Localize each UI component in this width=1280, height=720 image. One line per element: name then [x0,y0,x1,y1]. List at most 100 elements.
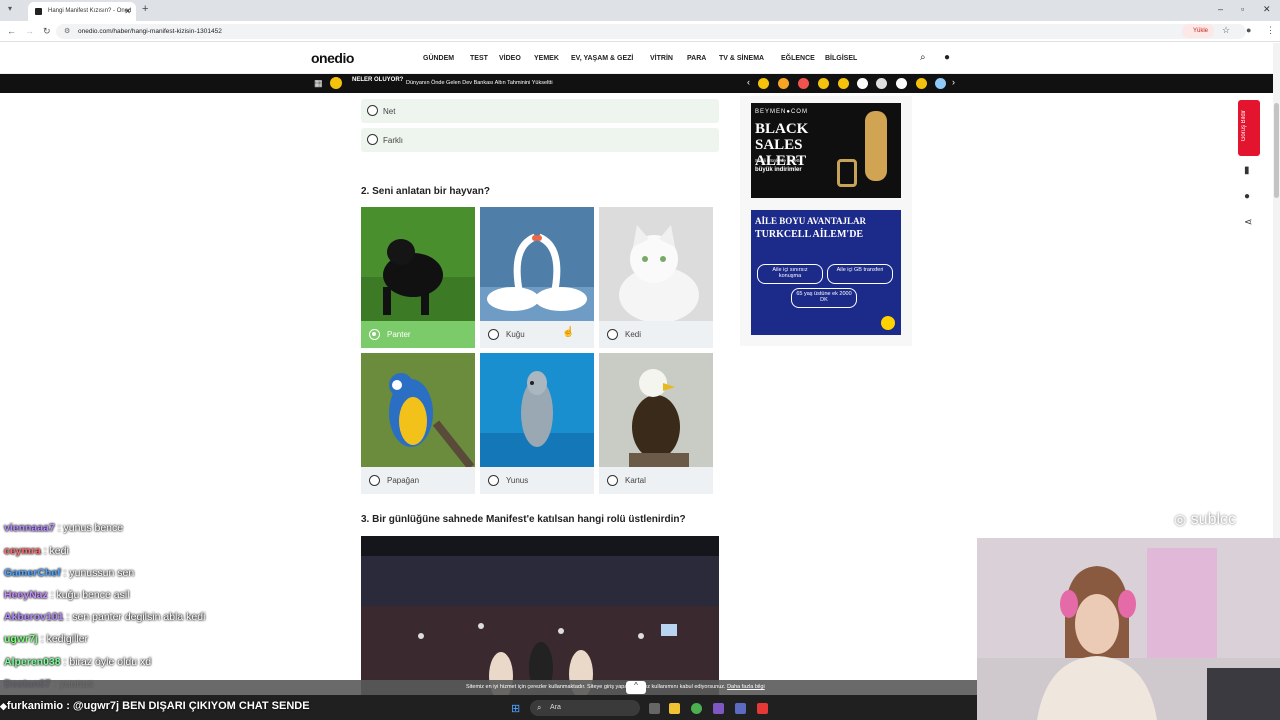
menu-icon[interactable]: ⋮ [1266,25,1275,36]
feedback-label: Görüş Bildir [1241,110,1247,142]
forward-icon[interactable]: → [25,26,34,36]
reaction-emoji-icon[interactable] [916,78,927,89]
ad-sub1: Seçili ürünlerde sepette [755,158,803,163]
menu-eglence[interactable]: EĞLENCE [781,55,815,62]
file-explorer-icon[interactable] [669,703,680,714]
menu-video[interactable]: VİDEO [499,55,521,62]
option-label: Panter [387,330,411,339]
new-tab-icon[interactable]: + [142,3,148,15]
scrollbar-thumb[interactable] [1274,103,1279,198]
answer-card-panter[interactable]: Panter [361,207,475,348]
task-view-icon[interactable] [649,703,660,714]
site-favicon-icon [35,8,42,15]
close-tab-icon[interactable]: ✕ [124,7,131,16]
answer-card-papagan[interactable]: Papağan [361,353,475,494]
reaction-emoji-icon[interactable] [935,78,946,89]
chrome-icon[interactable] [691,703,702,714]
panther-image [361,207,475,321]
question-3-title: 3. Bir günlüğüne sahnede Manifest'e katı… [361,514,686,525]
user-icon[interactable]: ● [944,52,950,63]
news-ticker: ▦ NELER OLUYOR? Dünyanın Önde Gelen Dev … [0,74,1280,93]
address-bar[interactable]: ⚙ onedio.com/haber/hangi-manifest-kizisi… [56,24,1246,39]
radio-icon[interactable] [367,105,378,116]
menu-yemek[interactable]: YEMEK [534,55,559,62]
dolphin-image [480,353,594,467]
menu-vitrin[interactable]: VİTRİN [650,55,673,62]
beymen-ad[interactable]: BEYMEN●COM BLACK SALES ALERT Seçili ürün… [751,103,901,198]
cookie-more-link[interactable]: Daha fazla bilgi [727,684,765,690]
browser-tab[interactable]: Hangi Manifest Kızısın? - Oned ✕ [28,2,136,21]
reaction-emoji-icon[interactable] [758,78,769,89]
option-label: Kuğu [506,330,525,339]
radio-icon[interactable] [369,475,380,486]
radio-icon[interactable] [367,134,378,145]
reaction-emoji-icon[interactable] [876,78,887,89]
reaction-emoji-icon[interactable] [778,78,789,89]
bookmark-icon[interactable]: ▮ [1244,165,1250,176]
answer-card-kugu[interactable]: Kuğu ☝ [480,207,594,348]
option-label: Kedi [625,330,642,339]
app-icon[interactable] [735,703,746,714]
reaction-emoji-icon[interactable] [818,78,829,89]
reaction-emoji-icon[interactable] [857,78,868,89]
menu-gundem[interactable]: GÜNDEM [423,55,454,62]
answer-card-kartal[interactable]: Kartal [599,353,713,494]
upload-button[interactable]: Yükle [1182,24,1214,38]
radio-icon[interactable] [488,329,499,340]
ticker-news[interactable]: Dünyanın Önde Gelen Dev Bankası Altın Ta… [406,80,553,86]
tab-search-icon[interactable]: ▾ [8,4,12,13]
option-label: Net [383,107,396,116]
maximize-icon[interactable]: ▫ [1241,4,1244,14]
chat-message: HeeyNaz : kuğu bence asil [4,589,130,601]
search-icon[interactable]: ⌕ [920,52,926,63]
chevron-up-icon[interactable]: ^ [626,681,646,694]
radio-icon[interactable] [488,475,499,486]
grid-menu-icon[interactable]: ▦ [314,78,323,89]
menu-tv-sinema[interactable]: TV & SİNEMA [719,55,764,62]
back-icon[interactable]: ← [7,26,16,36]
chat-text: : kuğu bence asil [47,589,130,601]
watch-icon [837,159,857,187]
chevron-right-icon[interactable]: › [952,77,955,87]
comment-icon[interactable]: ● [1244,191,1250,202]
swan-image [480,207,594,321]
feedback-button[interactable]: Görüş Bildir [1238,100,1260,156]
radio-selected-icon[interactable] [369,329,380,340]
menu-para[interactable]: PARA [687,55,706,62]
close-window-icon[interactable]: ✕ [1263,4,1271,15]
share-icon[interactable]: ⋖ [1244,217,1252,228]
discord-icon[interactable] [713,703,724,714]
option-label: Yunus [506,476,529,485]
profile-icon[interactable]: ● [1246,25,1251,35]
cursor-icon: ☝ [562,327,575,338]
radio-icon[interactable] [607,475,618,486]
turkcell-ad[interactable]: AİLE BOYU AVANTAJLAR TURKCELL AİLEM'DE A… [751,210,901,335]
menu-test[interactable]: TEST [470,55,488,62]
menu-ev-yasam-gezi[interactable]: EV, YAŞAM & GEZİ [571,55,633,62]
chat-user: ceymra [4,545,41,557]
q1-option-farkli[interactable]: Farklı [361,128,719,152]
url-text: onedio.com/haber/hangi-manifest-kizisin-… [78,28,222,35]
question-2-title: 2. Seni anlatan bir hayvan? [361,186,490,197]
phone-icon [865,111,887,181]
reaction-emoji-icon[interactable] [798,78,809,89]
menu-bilgisel[interactable]: BİLGİSEL [825,55,857,62]
radio-icon[interactable] [607,329,618,340]
answer-card-yunus[interactable]: Yunus [480,353,594,494]
answer-card-kedi[interactable]: Kedi [599,207,713,348]
reaction-emoji-icon[interactable] [896,78,907,89]
minimize-icon[interactable]: – [1218,4,1223,14]
chat-text: : sen panter degilsin abla kedi [63,611,206,623]
reaction-emoji-icon[interactable] [838,78,849,89]
q1-option-net[interactable]: Net [361,99,719,123]
chevron-left-icon[interactable]: ‹ [747,77,750,87]
ticker-label: NELER OLUYOR? [352,77,404,83]
youtube-icon[interactable] [757,703,768,714]
taskbar-search[interactable]: ⌕ Ara [530,700,640,716]
bookmark-star-icon[interactable]: ☆ [1222,25,1230,36]
windows-start-icon[interactable]: ⊞ [511,702,520,715]
site-info-icon[interactable]: ⚙ [64,27,70,35]
site-logo[interactable]: onedio [311,50,354,66]
chat-text: : kedi [40,545,69,557]
reload-icon[interactable]: ↻ [43,26,51,37]
